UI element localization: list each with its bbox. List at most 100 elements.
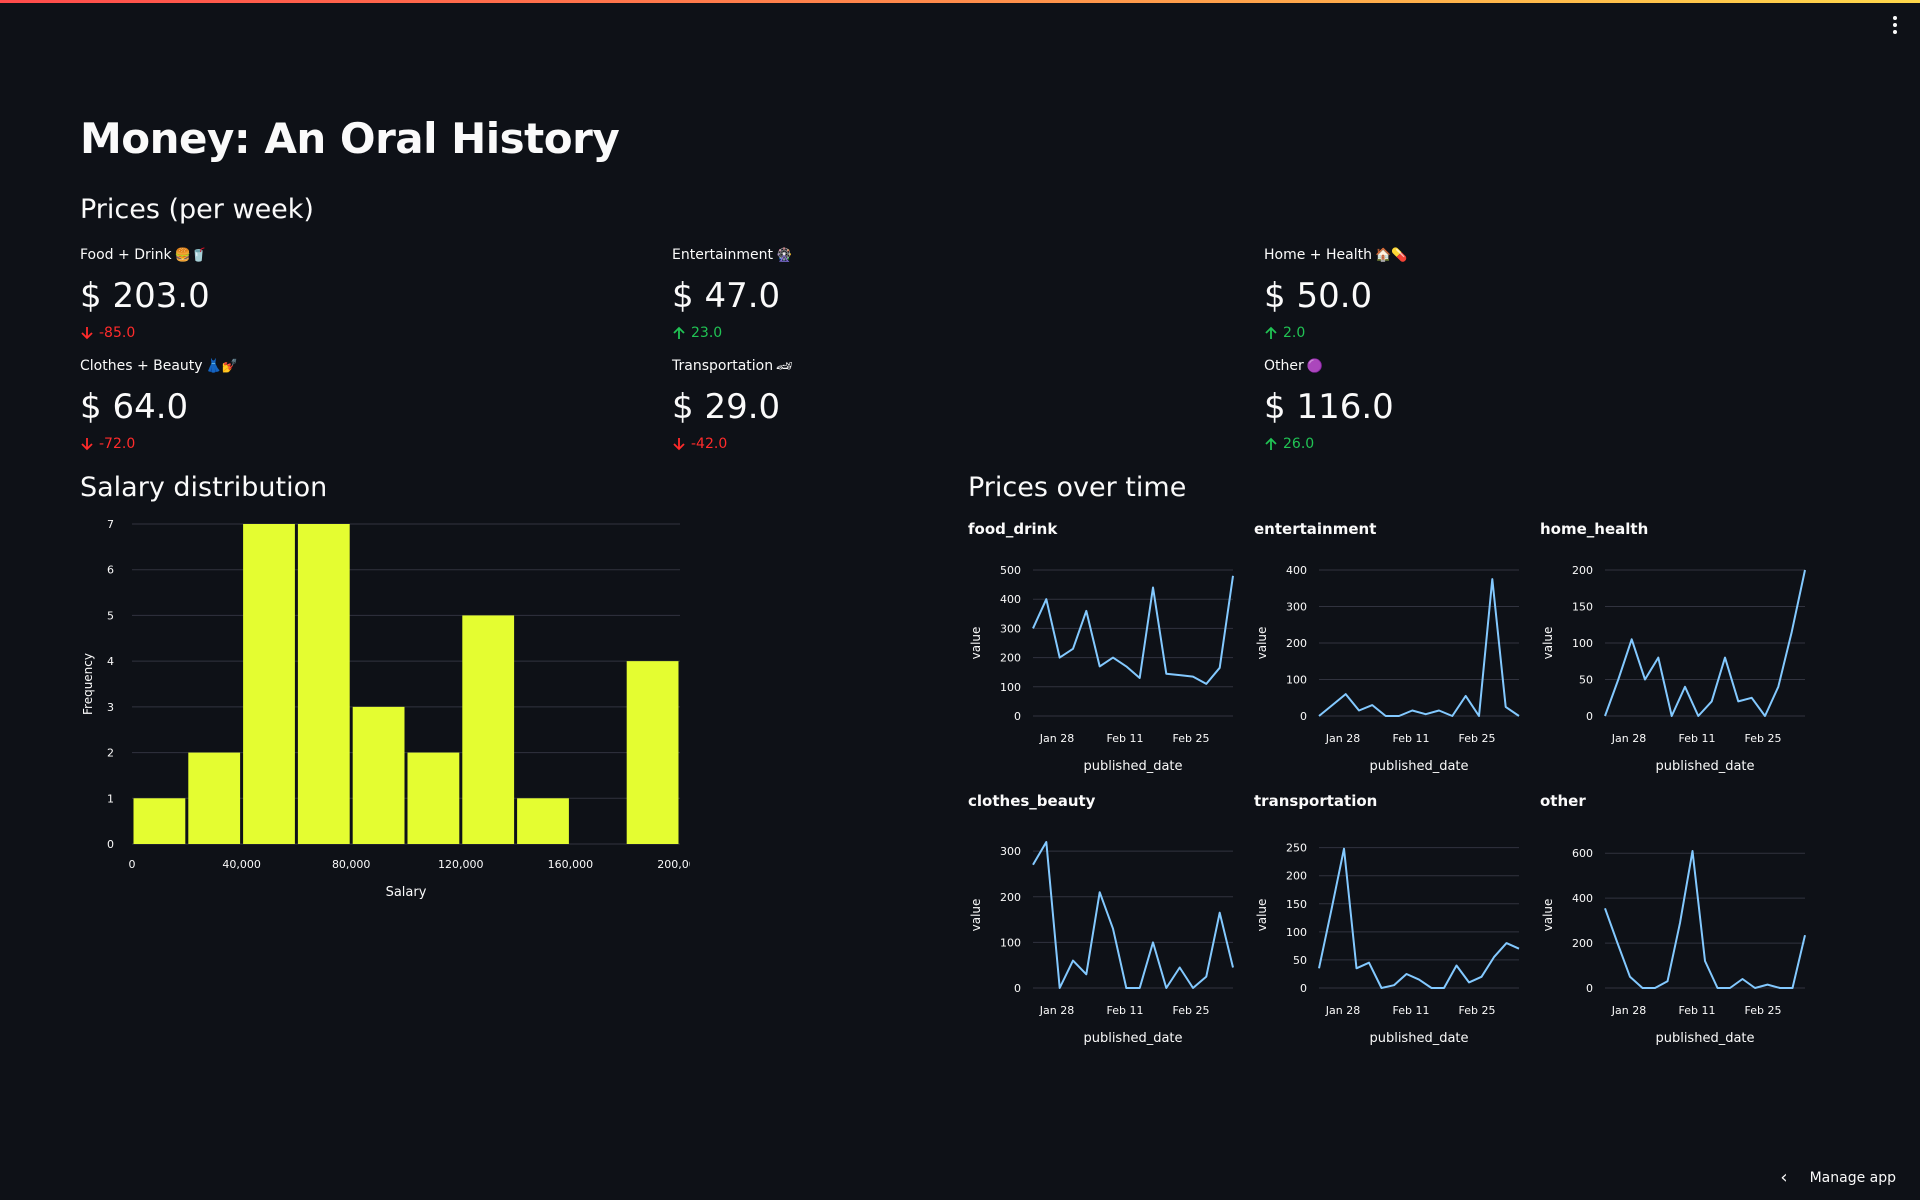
histogram-bar [188,752,241,844]
metric-value: $ 64.0 [80,387,189,427]
metric-delta: 23.0 [672,324,1232,342]
metric-card: Entertainment 🎡 $ 47.0 23.0 [672,246,1232,342]
metric-delta-value: 2.0 [1283,325,1306,341]
metric-label: Home + Health 🏠💊 [1264,246,1824,264]
metric-label-text: Clothes + Beauty [80,358,203,374]
y-tick-label: 500 [1000,564,1021,577]
y-tick-label: 2 [107,747,114,760]
y-tick-label: 200 [1000,891,1021,904]
other-chart: other 0 200 400 600 Jan 28 Feb 11 Feb 25 publish… [1540,792,1806,1046]
entertainment-chart: entertainment 0 100 200 300 400 Jan 28 Feb 11 Fe… [1254,520,1520,774]
x-tick-label: 200,000 [657,858,690,871]
y-axis-label: value [969,899,983,932]
metric-delta-value: -85.0 [99,325,136,341]
x-tick-label: Jan 28 [1039,1004,1074,1017]
metric-label-text: Other [1264,358,1304,374]
metric-value: $ 50.0 [1264,276,1373,316]
x-tick-label: 120,000 [438,858,484,871]
y-axis-label: value [1255,899,1269,932]
y-tick-label: 400 [1572,892,1593,905]
manage-app-button[interactable]: ‹ Manage app [1780,1167,1896,1188]
y-tick-label: 0 [1014,710,1021,723]
x-tick-label: Feb 11 [1107,1004,1144,1017]
x-tick-label: Feb 25 [1745,732,1782,745]
y-tick-label: 400 [1286,564,1307,577]
y-tick-label: 100 [1000,681,1021,694]
histogram-bar [297,524,350,844]
metric-value: $ 116.0 [1264,387,1394,427]
y-tick-label: 100 [1572,637,1593,650]
x-tick-label: Jan 28 [1039,732,1074,745]
histogram-bar [407,752,460,844]
y-tick-label: 300 [1000,845,1021,858]
metric-card: Clothes + Beauty 👗💅 $ 64.0 -72.0 [80,357,640,453]
arrow-down-icon [81,438,93,451]
arrow-up-icon [673,326,685,339]
x-tick-label: Feb 11 [1393,1004,1430,1017]
metric-label-text: Entertainment [672,247,774,263]
kebab-menu-icon[interactable] [1884,14,1906,36]
y-axis-label: value [1255,627,1269,660]
x-tick-label: Feb 25 [1173,1004,1210,1017]
series-line [1318,578,1520,717]
x-tick-label: Feb 11 [1107,732,1144,745]
y-tick-label: 0 [1586,710,1593,723]
x-tick-label: Feb 11 [1679,1004,1716,1017]
prices-heading: Prices (per week) [80,194,314,225]
y-tick-label: 600 [1572,847,1593,860]
y-axis-label: Frequency [81,653,95,715]
metric-card: Transportation 🏎 $ 29.0 -42.0 [672,357,1232,453]
y-tick-label: 0 [1014,982,1021,995]
y-tick-label: 5 [107,609,114,622]
metric-delta: -85.0 [80,324,640,342]
arrow-down-icon [673,438,685,451]
salary-histogram: 0 1 2 3 4 5 6 7 0 40,000 80,000 120,000 160,000 200,0… [81,518,690,900]
chart-title: transportation [1254,792,1377,810]
y-tick-label: 3 [107,701,114,714]
chart-title: clothes_beauty [968,792,1096,810]
chart-title: food_drink [968,520,1058,538]
metric-card: Food + Drink 🍔🥤 $ 203.0 -85.0 [80,246,640,342]
y-tick-label: 300 [1286,601,1307,614]
series-line [1032,575,1234,685]
metric-value: $ 47.0 [672,276,781,316]
y-tick-label: 0 [107,838,114,851]
x-tick-label: Feb 25 [1459,1004,1496,1017]
metric-label: Clothes + Beauty 👗💅 [80,357,640,375]
y-tick-label: 50 [1579,674,1593,687]
x-axis-label: published_date [1083,1031,1182,1046]
arrow-down-icon [81,327,93,340]
x-tick-label: 80,000 [332,858,371,871]
metric-label-text: Home + Health [1264,247,1372,263]
x-axis-label: published_date [1655,759,1754,774]
x-tick-label: 40,000 [222,858,261,871]
clothes-beauty-chart: clothes_beauty 0 100 200 300 Jan 28 Feb 11 Feb … [968,792,1234,1046]
metric-label-text: Food + Drink [80,247,172,263]
metric-emoji: 🟣 [1306,359,1323,374]
metric-emoji: 🎡 [776,248,793,263]
metric-label: Entertainment 🎡 [672,246,1232,264]
y-tick-label: 0 [1586,982,1593,995]
x-tick-label: Jan 28 [1325,1004,1360,1017]
series-line [1032,841,1234,989]
home-health-chart: home_health 0 50 100 150 200 Jan 28 Feb 11 Feb 2… [1540,520,1806,774]
y-tick-label: 200 [1286,870,1307,883]
metric-delta-value: 26.0 [1283,436,1315,452]
metric-delta: 2.0 [1264,324,1824,342]
transportation-chart: transportation 0 50 100 150 200 250 Jan 28 Feb 1… [1254,792,1520,1046]
metric-emoji: 🏠💊 [1374,248,1408,263]
metric-value: $ 203.0 [80,276,210,316]
y-tick-label: 100 [1286,674,1307,687]
y-tick-label: 0 [1300,710,1307,723]
x-axis-label: Salary [386,885,427,900]
y-tick-label: 100 [1000,936,1021,949]
series-line [1318,847,1520,989]
histogram-bar [517,798,569,844]
metric-delta-value: -72.0 [99,436,136,452]
chart-title: home_health [1540,520,1648,538]
x-tick-label: Feb 11 [1679,732,1716,745]
y-axis-label: value [1541,899,1555,932]
salary-heading: Salary distribution [80,472,328,503]
chart-title: other [1540,792,1586,810]
metric-label: Transportation 🏎 [672,357,1232,375]
